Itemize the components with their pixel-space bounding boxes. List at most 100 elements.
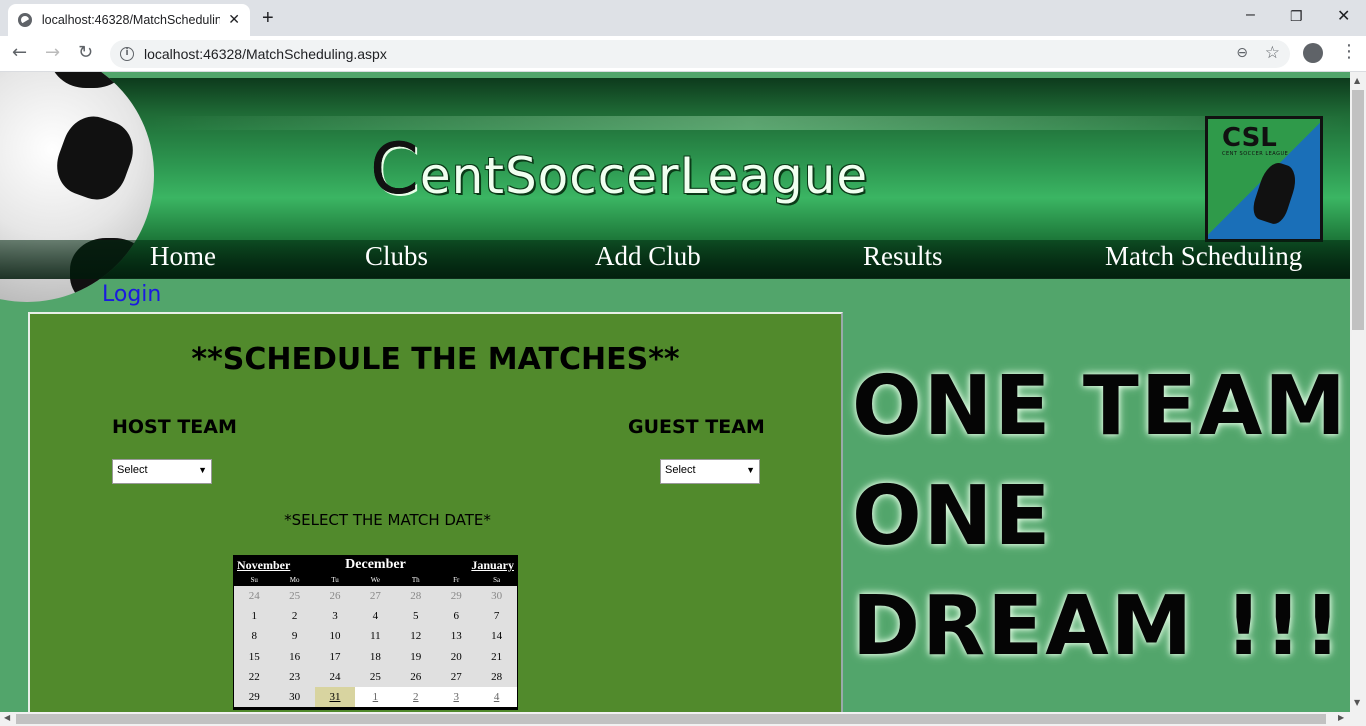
forward-arrow-icon[interactable]: → — [45, 42, 60, 63]
url-text[interactable]: localhost:46328/MatchScheduling.aspx — [144, 46, 387, 62]
calendar-day[interactable]: 25 — [355, 666, 396, 687]
site-logo: CentSoccerLeague — [370, 128, 869, 210]
calendar-day-of-week: We — [370, 576, 380, 584]
globe-icon — [18, 13, 32, 27]
calendar-day[interactable]: 7 — [476, 606, 517, 627]
calendar-day[interactable]: 29 — [234, 687, 275, 708]
browser-toolbar: ← → ↻ i localhost:46328/MatchScheduling.… — [0, 36, 1366, 72]
calendar-day[interactable]: 19 — [395, 646, 436, 667]
minimize-button[interactable]: – — [1246, 6, 1255, 24]
match-date-label: *SELECT THE MATCH DATE* — [284, 511, 491, 529]
calendar-day[interactable]: 4 — [355, 606, 396, 627]
calendar-day-of-week: Mo — [289, 576, 300, 584]
calendar-day-of-week: Fr — [453, 576, 460, 584]
reload-icon[interactable]: ↻ — [78, 42, 93, 63]
calendar-day[interactable]: 29 — [436, 586, 477, 607]
calendar-day[interactable]: 13 — [436, 626, 477, 647]
calendar-day-of-week: Sa — [493, 576, 501, 584]
calendar-day[interactable]: 4 — [476, 687, 517, 708]
calendar-day[interactable]: 11 — [355, 626, 396, 647]
calendar-day-of-week: Su — [250, 576, 258, 584]
calendar-day[interactable]: 14 — [476, 626, 517, 647]
host-team-select[interactable]: Select ▼ — [112, 459, 212, 484]
nav-match-scheduling[interactable]: Match Scheduling — [1105, 241, 1302, 272]
calendar-day[interactable]: 3 — [314, 606, 356, 627]
calendar-day[interactable]: 26 — [314, 586, 356, 607]
calendar-day[interactable]: 3 — [436, 687, 477, 708]
scroll-thumb[interactable] — [1352, 90, 1364, 330]
scroll-left-icon[interactable]: ◀ — [4, 713, 10, 722]
calendar-day[interactable]: 26 — [395, 666, 436, 687]
calendar-day[interactable]: 22 — [234, 666, 275, 687]
calendar-day[interactable]: 2 — [274, 606, 315, 627]
slogan-line: ONE — [852, 469, 1053, 564]
info-icon[interactable]: i — [120, 47, 134, 61]
chevron-down-icon: ▼ — [198, 465, 207, 475]
calendar-day[interactable]: 23 — [274, 666, 315, 687]
calendar-day-of-week: Th — [411, 576, 420, 584]
horizontal-scrollbar[interactable]: ◀ ▶ — [0, 712, 1366, 726]
scroll-right-icon[interactable]: ▶ — [1338, 713, 1344, 722]
calendar-day[interactable]: 9 — [274, 626, 315, 647]
maximize-button[interactable]: ❐ — [1290, 8, 1303, 25]
calendar-day[interactable]: 20 — [436, 646, 477, 667]
calendar-day[interactable]: 6 — [436, 606, 477, 627]
calendar-day[interactable]: 12 — [395, 626, 436, 647]
window-close-button[interactable]: ✕ — [1337, 6, 1350, 26]
nav-add-club[interactable]: Add Club — [595, 241, 701, 272]
browser-tab[interactable]: localhost:46328/MatchScheduling ✕ — [8, 4, 250, 36]
guest-team-label: GUEST TEAM — [628, 416, 765, 438]
calendar-day[interactable]: 24 — [314, 666, 356, 687]
calendar-day[interactable]: 16 — [274, 646, 315, 667]
nav-home[interactable]: Home — [150, 241, 216, 272]
host-team-label: HOST TEAM — [112, 416, 237, 438]
calendar-day-of-week: Tu — [331, 576, 339, 584]
tab-title: localhost:46328/MatchScheduling — [41, 13, 221, 27]
match-date-calendar: November December January Su Mo Tu We Th Fr Sa… — [233, 555, 518, 710]
calendar-day[interactable]: 15 — [234, 646, 275, 667]
profile-avatar-icon[interactable] — [1303, 43, 1323, 63]
calendar-day[interactable]: 28 — [476, 666, 517, 687]
calendar-day[interactable]: 27 — [355, 586, 396, 607]
calendar-day[interactable]: 27 — [436, 666, 477, 687]
slogan-line: ONE TEAM — [852, 359, 1348, 454]
chevron-down-icon: ▼ — [746, 465, 755, 475]
zoom-icon[interactable]: ⊖ — [1236, 45, 1248, 61]
nav-clubs[interactable]: Clubs — [365, 241, 428, 272]
calendar-day[interactable]: 24 — [234, 586, 275, 607]
guest-team-select[interactable]: Select ▼ — [660, 459, 760, 484]
calendar-day[interactable]: 31 — [314, 687, 356, 708]
tab-close-icon[interactable]: ✕ — [228, 12, 240, 28]
calendar-day[interactable]: 18 — [355, 646, 396, 667]
calendar-day[interactable]: 2 — [395, 687, 436, 708]
scroll-up-icon[interactable]: ▲ — [1354, 76, 1360, 85]
calendar-day[interactable]: 8 — [234, 626, 275, 647]
calendar-day[interactable]: 25 — [274, 586, 315, 607]
scroll-down-icon[interactable]: ▼ — [1354, 698, 1360, 707]
calendar-day[interactable]: 5 — [395, 606, 436, 627]
back-arrow-icon[interactable]: ← — [12, 42, 27, 63]
calendar-day[interactable]: 17 — [314, 646, 356, 667]
calendar-day[interactable]: 21 — [476, 646, 517, 667]
scroll-thumb[interactable] — [16, 714, 1326, 724]
calendar-day[interactable]: 1 — [234, 606, 275, 627]
browser-titlebar: localhost:46328/MatchScheduling ✕ + – ❐ … — [0, 0, 1366, 36]
page-title: **SCHEDULE THE MATCHES** — [191, 342, 680, 377]
bookmark-star-icon[interactable]: ☆ — [1265, 43, 1280, 63]
address-bar[interactable]: i localhost:46328/MatchScheduling.aspx ⊖… — [110, 40, 1290, 68]
calendar-day[interactable]: 1 — [355, 687, 396, 708]
nav-results[interactable]: Results — [863, 241, 943, 272]
calendar-header: November December January — [234, 556, 517, 574]
vertical-scrollbar[interactable]: ▲ ▼ — [1350, 72, 1366, 712]
csl-crest-logo: CSL CENT SOCCER LEAGUE — [1205, 116, 1323, 242]
slogan: ONE TEAM ONE DREAM !!! — [852, 352, 1348, 682]
calendar-day[interactable]: 30 — [274, 687, 315, 708]
login-link[interactable]: Login — [102, 282, 161, 307]
calendar-day[interactable]: 28 — [395, 586, 436, 607]
slogan-line: DREAM !!! — [852, 579, 1344, 674]
calendar-day[interactable]: 10 — [314, 626, 356, 647]
calendar-day[interactable]: 30 — [476, 586, 517, 607]
menu-kebab-icon[interactable]: ⋮ — [1340, 41, 1358, 62]
calendar-next-month[interactable]: January — [471, 558, 514, 573]
new-tab-button[interactable]: + — [262, 7, 274, 30]
